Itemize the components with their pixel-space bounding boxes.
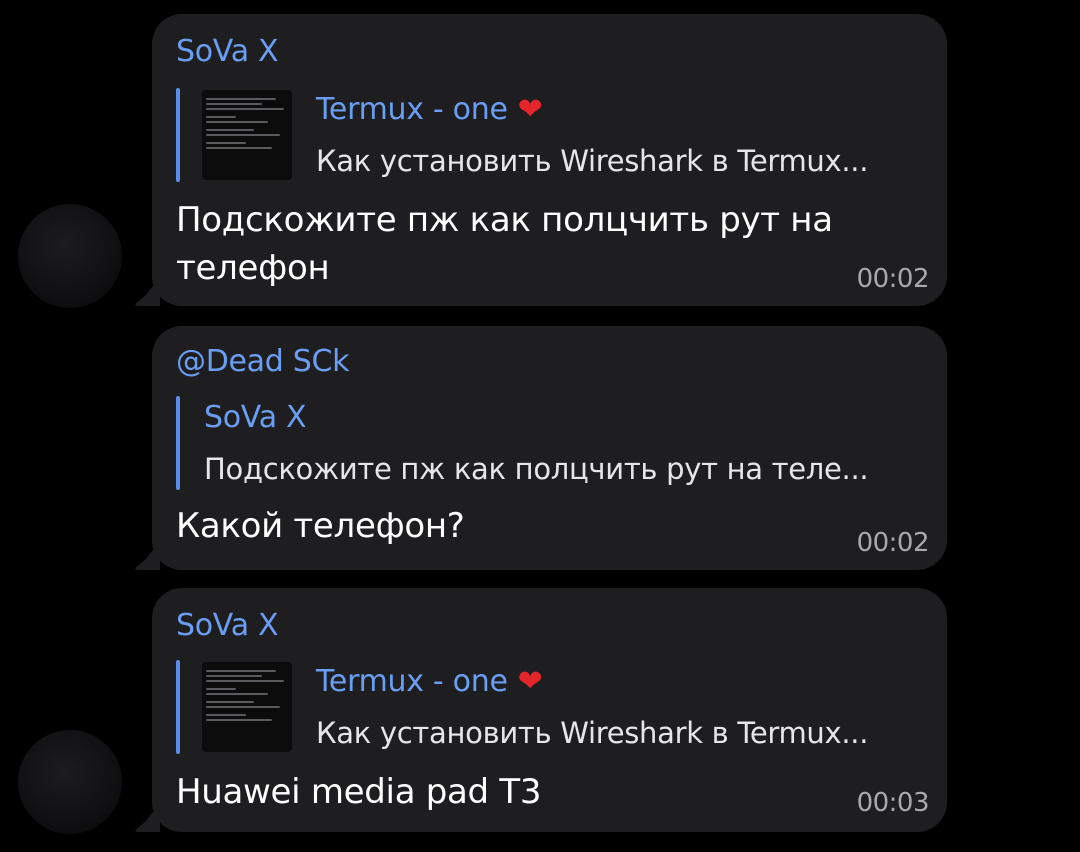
message-time: 00:02 bbox=[856, 528, 930, 558]
bubble-tail bbox=[134, 282, 160, 306]
reply-title: Termux - one ❤ bbox=[316, 92, 543, 127]
message-bubble[interactable]: SoVa X Termux - one ❤ Как установить Wire… bbox=[134, 14, 947, 306]
message-text-line: Какой телефон? bbox=[176, 506, 465, 546]
avatar[interactable] bbox=[18, 204, 122, 308]
bubble-tail bbox=[134, 546, 160, 570]
reply-text: Как установить Wireshark в Termux... bbox=[316, 716, 869, 750]
reply-preview[interactable]: Termux - one ❤ Как установить Wireshark в… bbox=[176, 88, 927, 182]
reply-thumbnail bbox=[202, 662, 292, 752]
reply-title: Termux - one ❤ bbox=[316, 664, 543, 699]
message-text: Huawei media pad T3 bbox=[176, 768, 541, 816]
message-text: Подскожите пж как полцчить рут на телефо… bbox=[176, 196, 833, 292]
bubble-tail bbox=[134, 808, 160, 832]
reply-thumbnail bbox=[202, 90, 292, 180]
avatar[interactable] bbox=[18, 730, 122, 834]
reply-text: Подскожите пж как полцчить рут на теле..… bbox=[204, 452, 869, 486]
reply-bar bbox=[176, 88, 180, 182]
reply-preview[interactable]: SoVa X Подскожите пж как полцчить рут на… bbox=[176, 396, 927, 490]
message-time: 00:02 bbox=[856, 264, 930, 294]
heart-icon: ❤ bbox=[517, 92, 543, 127]
message-time: 00:03 bbox=[856, 788, 930, 818]
sender-name[interactable]: SoVa X bbox=[176, 608, 279, 643]
sender-name[interactable]: @Dead SCk bbox=[176, 344, 349, 379]
reply-text: Как установить Wireshark в Termux... bbox=[316, 144, 869, 178]
message-bubble[interactable]: @Dead SCk SoVa X Подскожите пж как полцч… bbox=[134, 326, 947, 570]
reply-bar bbox=[176, 396, 180, 490]
reply-title: SoVa X bbox=[204, 400, 307, 435]
message-text: Какой телефон? bbox=[176, 502, 465, 550]
message-text-line: Подскожите пж как полцчить рут на bbox=[176, 200, 833, 240]
reply-bar bbox=[176, 660, 180, 754]
message-bubble[interactable]: SoVa X Termux - one ❤ Как установить Wire… bbox=[134, 588, 947, 832]
sender-name[interactable]: SoVa X bbox=[176, 34, 279, 69]
message-text-line: Huawei media pad T3 bbox=[176, 772, 542, 812]
reply-preview[interactable]: Termux - one ❤ Как установить Wireshark в… bbox=[176, 660, 927, 754]
message-text-line: телефон bbox=[176, 248, 330, 288]
heart-icon: ❤ bbox=[517, 664, 543, 699]
